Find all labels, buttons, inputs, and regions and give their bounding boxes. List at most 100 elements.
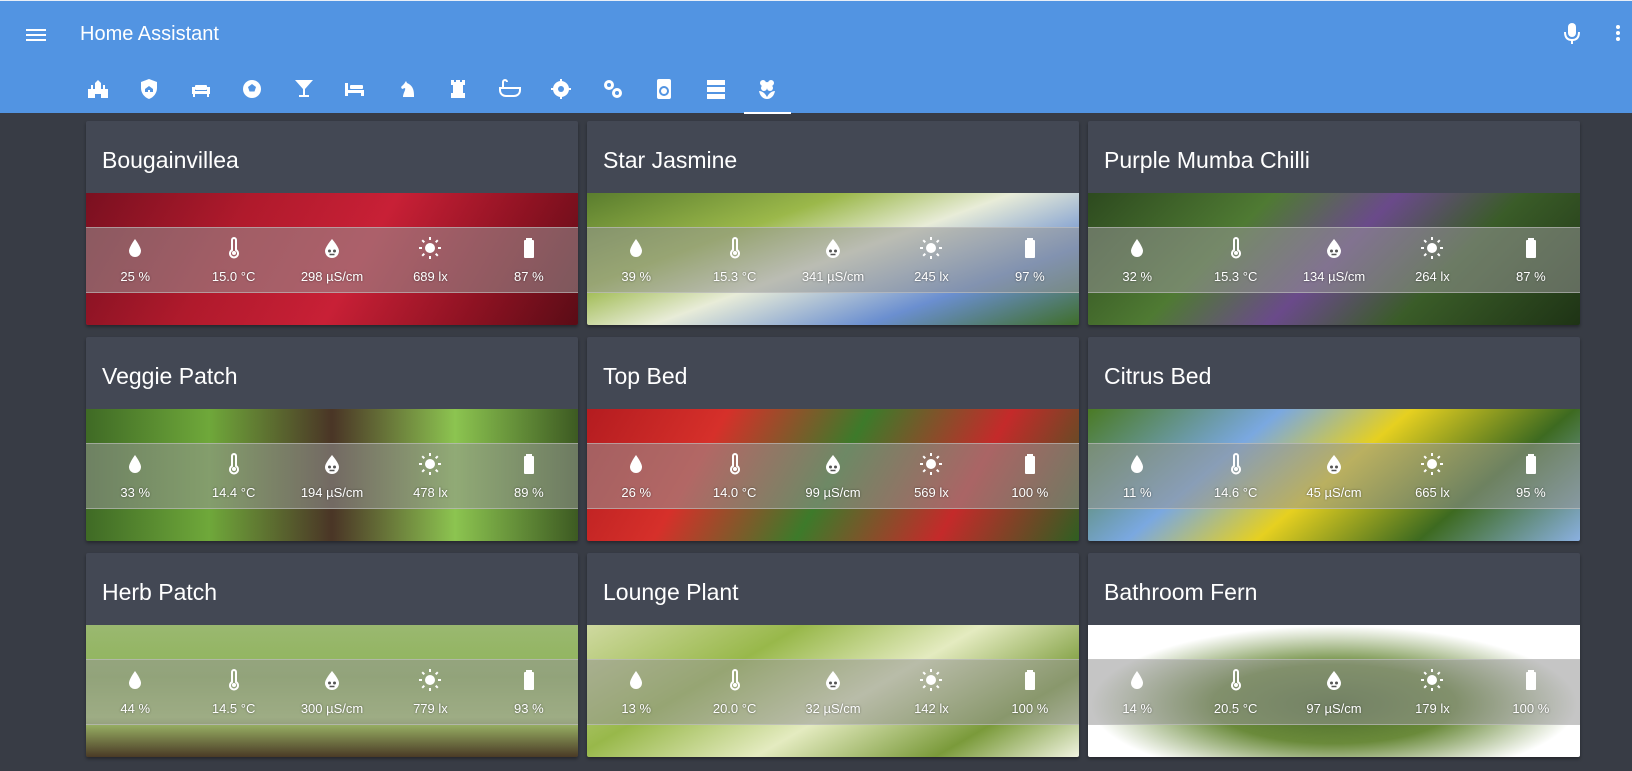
sensor-moisture[interactable]: 26 % (587, 444, 685, 508)
sensor-temperature[interactable]: 14.5 °C (184, 660, 282, 724)
bed-icon[interactable] (330, 67, 382, 114)
sensor-battery[interactable]: 97 % (981, 228, 1079, 292)
gears-icon[interactable] (587, 67, 639, 114)
sensor-brightness[interactable]: 179 lx (1383, 660, 1481, 724)
server-icon[interactable] (690, 67, 742, 114)
fertilizer-icon (1327, 239, 1342, 258)
chess-rook-icon[interactable] (433, 67, 485, 114)
sensor-temperature[interactable]: 15.0 °C (184, 228, 282, 292)
sensor-conductivity[interactable]: 45 µS/cm (1285, 444, 1383, 508)
dots-vertical-icon[interactable] (1612, 19, 1624, 47)
sensor-value: 100 % (1512, 701, 1550, 716)
sensor-moisture[interactable]: 33 % (86, 444, 184, 508)
sensor-temperature[interactable]: 15.3 °C (1186, 228, 1284, 292)
sensor-temperature[interactable]: 20.5 °C (1186, 660, 1284, 724)
sensor-brightness[interactable]: 245 lx (882, 228, 980, 292)
sensor-moisture[interactable]: 32 % (1088, 228, 1186, 292)
sensor-conductivity[interactable]: 32 µS/cm (784, 660, 882, 724)
sensor-temperature[interactable]: 14.6 °C (1186, 444, 1284, 508)
sensor-moisture[interactable]: 25 % (86, 228, 184, 292)
sensor-value: 20.0 °C (712, 701, 757, 716)
sun-icon (1421, 453, 1444, 475)
flower-icon[interactable] (742, 67, 794, 114)
sensor-value: 14.0 °C (712, 485, 757, 500)
sensor-conductivity[interactable]: 194 µS/cm (283, 444, 381, 508)
sensor-temperature[interactable]: 14.0 °C (685, 444, 783, 508)
glass-cocktail-icon[interactable] (278, 67, 330, 114)
sensor-moisture[interactable]: 13 % (587, 660, 685, 724)
sensor-battery[interactable]: 87 % (1482, 228, 1580, 292)
chess-knight-icon[interactable] (381, 67, 433, 114)
fertilizer-icon (325, 455, 340, 474)
plant-card-title: Veggie Patch (102, 363, 238, 389)
sensor-battery[interactable]: 100 % (981, 660, 1079, 724)
battery-icon (1024, 670, 1035, 690)
sensor-brightness[interactable]: 665 lx (1383, 444, 1481, 508)
sensor-value: 14 % (1122, 701, 1153, 716)
sensor-value: 25 % (120, 269, 151, 284)
sensor-conductivity[interactable]: 300 µS/cm (283, 660, 381, 724)
sensor-battery[interactable]: 87 % (480, 228, 578, 292)
sensor-value: 478 lx (413, 485, 448, 500)
bathtub-icon[interactable] (484, 67, 536, 114)
thermometer-icon (729, 453, 740, 475)
sensor-conductivity[interactable]: 298 µS/cm (283, 228, 381, 292)
sensor-conductivity[interactable]: 99 µS/cm (784, 444, 882, 508)
sensor-value: 33 % (120, 485, 151, 500)
sensor-value: 194 µS/cm (300, 485, 364, 500)
sensor-brightness[interactable]: 689 lx (381, 228, 479, 292)
sensor-conductivity[interactable]: 341 µS/cm (784, 228, 882, 292)
sensor-value: 569 lx (914, 485, 949, 500)
sensor-value: 300 µS/cm (300, 701, 364, 716)
sensor-value: 32 % (1122, 269, 1153, 284)
fertilizer-icon (826, 239, 841, 258)
sun-icon (1421, 237, 1444, 259)
sensor-brightness[interactable]: 569 lx (882, 444, 980, 508)
sensor-brightness[interactable]: 264 lx (1383, 228, 1481, 292)
thermometer-icon (228, 453, 239, 475)
sofa-icon[interactable] (175, 67, 227, 114)
sensor-battery[interactable]: 100 % (1482, 660, 1580, 724)
water-drop-icon (129, 455, 142, 473)
sensor-bar: 11 % 14.6 °C 45 µS/cm 665 lx 95 % (1088, 443, 1580, 509)
sensor-temperature[interactable]: 20.0 °C (685, 660, 783, 724)
plant-card: Herb Patch 44 % 14.5 °C 300 µS/cm 779 lx 93 % (86, 553, 578, 757)
sensor-moisture[interactable]: 44 % (86, 660, 184, 724)
plant-card-title: Bathroom Fern (1104, 579, 1258, 605)
shield-home-icon[interactable] (124, 67, 176, 114)
sun-icon (920, 453, 943, 475)
sensor-moisture[interactable]: 11 % (1088, 444, 1186, 508)
sensor-bar: 32 % 15.3 °C 134 µS/cm 264 lx 87 % (1088, 227, 1580, 293)
castle-home-icon[interactable] (72, 67, 124, 114)
water-drop-icon (1131, 671, 1144, 689)
sensor-value: 15.3 °C (712, 269, 757, 284)
water-drop-icon (1131, 455, 1144, 473)
sensor-value: 779 lx (413, 701, 448, 716)
sensor-brightness[interactable]: 779 lx (381, 660, 479, 724)
washing-machine-icon[interactable] (639, 67, 691, 114)
sensor-moisture[interactable]: 39 % (587, 228, 685, 292)
sensor-temperature[interactable]: 14.4 °C (184, 444, 282, 508)
microphone-icon[interactable] (1560, 19, 1584, 47)
sensor-conductivity[interactable]: 97 µS/cm (1285, 660, 1383, 724)
sensor-conductivity[interactable]: 134 µS/cm (1285, 228, 1383, 292)
gear-icon[interactable] (536, 67, 588, 114)
sensor-brightness[interactable]: 478 lx (381, 444, 479, 508)
water-drop-icon (129, 239, 142, 257)
sensor-value: 44 % (120, 701, 151, 716)
soccer-icon[interactable] (227, 67, 279, 114)
battery-icon (1024, 238, 1035, 258)
sensor-temperature[interactable]: 15.3 °C (685, 228, 783, 292)
sensor-brightness[interactable]: 142 lx (882, 660, 980, 724)
sensor-battery[interactable]: 89 % (480, 444, 578, 508)
sensor-battery[interactable]: 100 % (981, 444, 1079, 508)
sensor-battery[interactable]: 95 % (1482, 444, 1580, 508)
sensor-moisture[interactable]: 14 % (1088, 660, 1186, 724)
sensor-value: 13 % (621, 701, 652, 716)
sensor-value: 87 % (514, 269, 544, 284)
plant-card: Veggie Patch 33 % 14.4 °C 194 µS/cm 478 lx 89… (86, 337, 578, 541)
sensor-battery[interactable]: 93 % (480, 660, 578, 724)
menu-icon[interactable] (22, 21, 50, 49)
plant-card-title: Citrus Bed (1104, 363, 1212, 389)
fertilizer-icon (325, 671, 340, 690)
